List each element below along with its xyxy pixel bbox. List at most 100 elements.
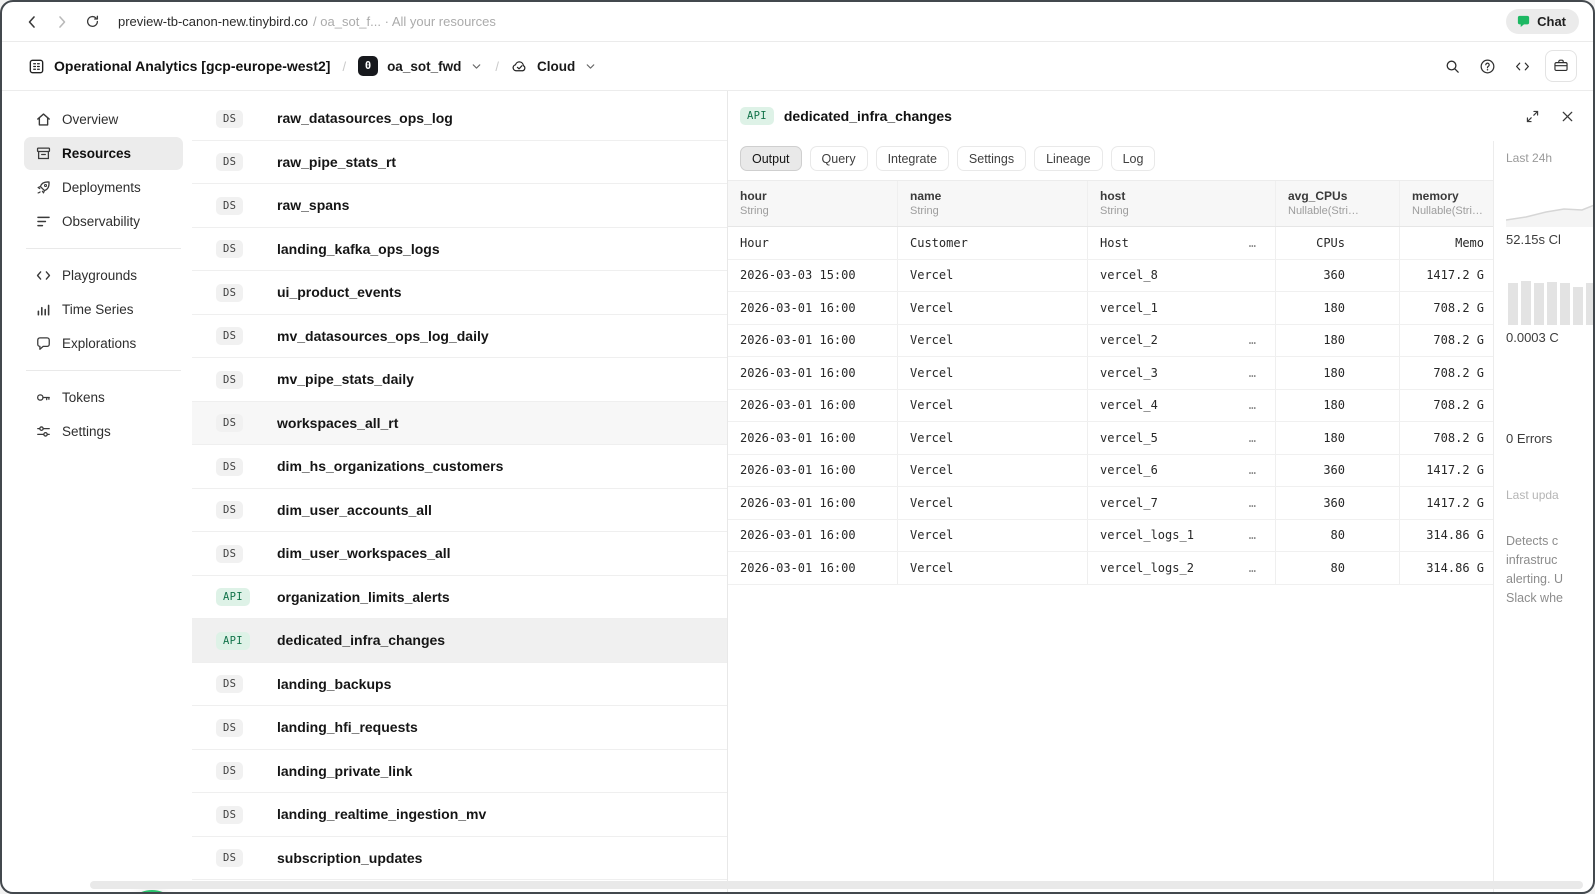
- resource-row[interactable]: DS subscription_updates: [192, 837, 727, 880]
- host-value: vercel_2: [1100, 333, 1158, 348]
- sidebar-item-observability[interactable]: Observability: [24, 205, 183, 238]
- resource-row[interactable]: DS dim_user_workspaces_all: [192, 532, 727, 576]
- chat-button[interactable]: Chat: [1506, 9, 1579, 34]
- ellipsis-icon: …: [1248, 528, 1257, 543]
- branch-name[interactable]: oa_sot_fwd: [387, 59, 461, 74]
- resource-type-badge: DS: [216, 675, 244, 694]
- search-icon[interactable]: [1435, 50, 1470, 82]
- column-header[interactable]: memory Nullable(Stri…: [1400, 181, 1493, 226]
- resource-row[interactable]: DS ui_product_events: [192, 271, 727, 315]
- description-line: infrastruc: [1506, 553, 1558, 567]
- table-row[interactable]: 2026-03-01 16:00 Vercel vercel_5 … 180 708.2 …: [728, 422, 1493, 455]
- code-icon[interactable]: [1505, 50, 1540, 82]
- resource-row[interactable]: DS dim_hs_organizations_customers: [192, 445, 727, 489]
- resource-row[interactable]: DS landing_kafka_ops_logs: [192, 228, 727, 271]
- sidebar-item-playgrounds[interactable]: Playgrounds: [24, 259, 183, 292]
- tab-query[interactable]: Query: [809, 146, 868, 171]
- chat-icon: [35, 335, 52, 352]
- resource-type-badge: DS: [216, 109, 244, 128]
- cell-cpus: 180: [1276, 324, 1400, 356]
- ellipsis-icon: …: [1248, 365, 1257, 380]
- chevron-down-icon[interactable]: [584, 60, 597, 73]
- refresh-icon[interactable]: [78, 8, 106, 36]
- toolbox-icon[interactable]: [1545, 50, 1577, 82]
- cell-name: Vercel: [898, 487, 1088, 519]
- column-name: name: [910, 189, 942, 203]
- resource-type-badge: API: [216, 631, 250, 650]
- table-row[interactable]: 2026-03-01 16:00 Vercel vercel_2 … 180 708.2 …: [728, 324, 1493, 357]
- tab-integrate[interactable]: Integrate: [875, 146, 949, 171]
- environment-name[interactable]: Cloud: [537, 59, 575, 74]
- forward-icon[interactable]: [48, 8, 76, 36]
- table-row[interactable]: 2026-03-01 16:00 Vercel vercel_logs_2 … 80 31…: [728, 552, 1493, 585]
- resource-type-badge: DS: [216, 196, 244, 215]
- resource-row[interactable]: DS dim_user_accounts_all: [192, 489, 727, 532]
- cell-name: Vercel: [898, 389, 1088, 421]
- resource-row[interactable]: DS workspaces_all_rt: [192, 401, 727, 445]
- chevron-down-icon[interactable]: [470, 60, 483, 73]
- url-host: preview-tb-canon-new.tinybird.co: [118, 14, 309, 29]
- column-header[interactable]: hour String: [728, 181, 898, 226]
- table-row[interactable]: 2026-03-01 16:00 Vercel vercel_3 … 180 708.2 …: [728, 357, 1493, 390]
- expand-icon[interactable]: [1525, 109, 1540, 124]
- resource-name: subscription_updates: [277, 849, 423, 866]
- chat-bubble-icon: [1516, 14, 1531, 29]
- cell-cpus: 360: [1276, 487, 1400, 519]
- resource-name: landing_realtime_ingestion_mv: [277, 806, 487, 823]
- sidebar-item-deployments[interactable]: Deployments: [24, 171, 183, 204]
- sidebar-item-tokens[interactable]: Tokens: [24, 381, 183, 414]
- resource-row[interactable]: DS mv_datasources_ops_log_daily: [192, 315, 727, 358]
- resource-row[interactable]: DS landing_private_link: [192, 750, 727, 793]
- table-row[interactable]: Hour Customer Host … CPUs Memo: [728, 227, 1493, 260]
- resource-row[interactable]: DS mv_pipe_stats_daily: [192, 358, 727, 402]
- url-display[interactable]: preview-tb-canon-new.tinybird.co / oa_so…: [118, 14, 496, 29]
- horizontal-scrollbar[interactable]: [90, 881, 1583, 889]
- resource-type-badge-wrap: DS: [216, 109, 277, 128]
- resource-row[interactable]: API dedicated_infra_changes: [192, 619, 727, 663]
- resource-row[interactable]: DS raw_datasources_ops_log: [192, 97, 727, 141]
- tab-log[interactable]: Log: [1110, 146, 1156, 171]
- sidebar-item-settings[interactable]: Settings: [24, 415, 183, 448]
- table-row[interactable]: 2026-03-01 16:00 Vercel vercel_logs_1 … 80 31…: [728, 519, 1493, 552]
- stats-sidebar: Last 24h 52.15s Cl 0.0003 C 0 Errors Las…: [1493, 141, 1593, 892]
- tab-output[interactable]: Output: [740, 146, 802, 171]
- tab-lineage[interactable]: Lineage: [1034, 146, 1103, 171]
- sidebar-item-label: Playgrounds: [62, 268, 138, 283]
- table-row[interactable]: 2026-03-01 16:00 Vercel vercel_4 … 180 708.2 …: [728, 389, 1493, 422]
- resource-row[interactable]: DS landing_realtime_ingestion_mv: [192, 793, 727, 837]
- resource-row[interactable]: DS raw_pipe_stats_rt: [192, 141, 727, 184]
- cell-memory: 314.86 G: [1426, 528, 1484, 543]
- column-header[interactable]: name String: [898, 181, 1088, 226]
- panel-type-badge: API: [740, 107, 774, 125]
- breadcrumb-separator: /: [342, 58, 347, 74]
- latency-sparkline: [1506, 204, 1593, 227]
- workspace-name[interactable]: Operational Analytics [gcp-europe-west2]: [54, 58, 330, 74]
- time-range-select[interactable]: Last 24h: [1506, 151, 1593, 165]
- tab-settings[interactable]: Settings: [956, 146, 1027, 171]
- close-icon[interactable]: [1560, 109, 1575, 124]
- column-header[interactable]: host String: [1088, 181, 1276, 226]
- resource-row[interactable]: DS landing_hfi_requests: [192, 706, 727, 750]
- sidebar-item-overview[interactable]: Overview: [24, 103, 183, 136]
- sidebar-item-label: Observability: [62, 214, 141, 229]
- host-value: vercel_logs_2: [1100, 560, 1194, 575]
- resource-name: raw_datasources_ops_log: [277, 110, 453, 127]
- sidebar-item-time-series[interactable]: Time Series: [24, 293, 183, 326]
- help-icon[interactable]: [1470, 50, 1505, 82]
- back-icon[interactable]: [18, 8, 46, 36]
- cell-cpus: CPUs: [1276, 227, 1400, 259]
- table-row[interactable]: 2026-03-01 16:00 Vercel vercel_6 … 360 1417.2…: [728, 454, 1493, 487]
- cell-memory: 1417.2 G: [1426, 495, 1484, 510]
- table-row[interactable]: 2026-03-03 15:00 Vercel vercel_8 360 1417.2 …: [728, 259, 1493, 292]
- cell-memory: 1417.2 G: [1426, 463, 1484, 478]
- resource-row[interactable]: API organization_limits_alerts: [192, 576, 727, 619]
- sidebar-item-explorations[interactable]: Explorations: [24, 327, 183, 360]
- resource-row[interactable]: DS landing_backups: [192, 663, 727, 706]
- table-row[interactable]: 2026-03-01 16:00 Vercel vercel_1 180 708.2 G: [728, 292, 1493, 325]
- resource-type-badge: DS: [216, 414, 244, 433]
- sidebar-item-resources[interactable]: Resources: [24, 137, 183, 170]
- table-row[interactable]: 2026-03-01 16:00 Vercel vercel_7 … 360 1417.2…: [728, 487, 1493, 520]
- resource-row[interactable]: DS raw_spans: [192, 184, 727, 228]
- resource-name: landing_private_link: [277, 762, 413, 779]
- column-header[interactable]: avg_CPUs Nullable(Stri…: [1276, 181, 1400, 226]
